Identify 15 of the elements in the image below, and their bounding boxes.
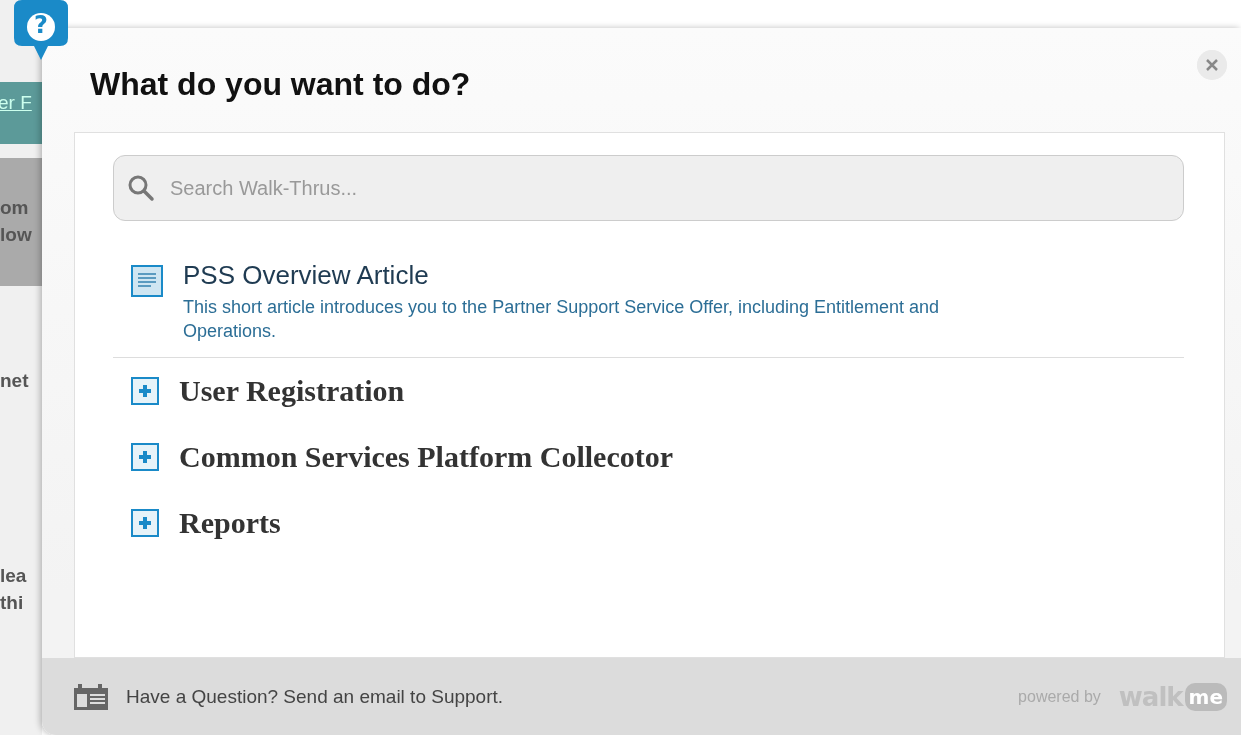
section-item[interactable]: User Registration (113, 358, 1184, 424)
notice-text: om (0, 196, 30, 220)
section-item[interactable]: Common Services Platform Collecotor (113, 424, 1184, 490)
page-text: thi (0, 591, 25, 615)
search-field[interactable]: Search Walk-Thrus... (113, 155, 1184, 221)
article-icon (131, 265, 163, 297)
article-link[interactable]: PSS Overview Article This short article introduces you to the Partner Support Service Offer, including Entitlement and Operations. (183, 259, 1003, 343)
calendar-icon (74, 683, 108, 710)
notice-text: low (0, 223, 33, 247)
help-button[interactable]: ? (14, 0, 68, 60)
page-text: lea (0, 564, 28, 588)
support-email-link[interactable]: Have a Question? Send an email to Support. (126, 685, 1001, 708)
section-item[interactable]: Reports (113, 490, 1184, 556)
page-text: net (0, 370, 30, 392)
dialog-title: What do you want to do? (90, 64, 471, 103)
